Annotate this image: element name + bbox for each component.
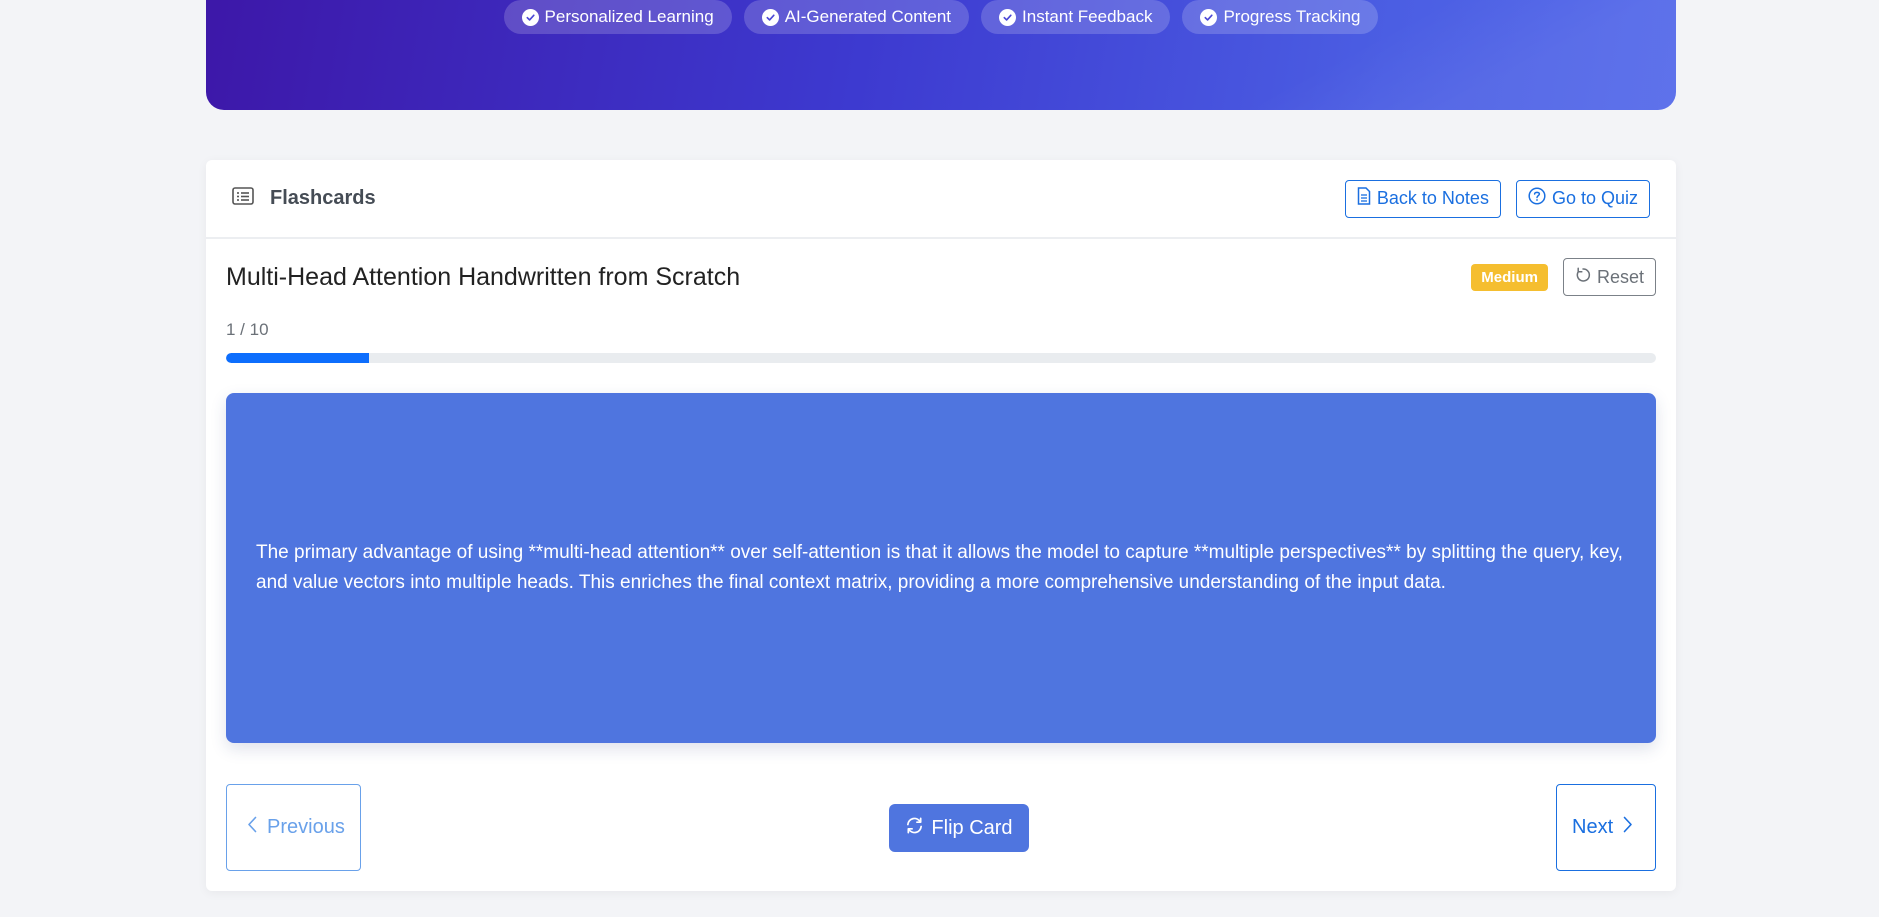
card-counter: 1 / 10 bbox=[226, 320, 269, 339]
chevron-left-icon bbox=[247, 816, 257, 839]
feature-pill-progress-tracking: Progress Tracking bbox=[1182, 0, 1379, 34]
flashcard-text: The primary advantage of using **multi-h… bbox=[256, 542, 1623, 593]
deck-actions: Medium Reset bbox=[1471, 258, 1656, 296]
question-circle-icon bbox=[1528, 187, 1546, 210]
reset-icon bbox=[1575, 266, 1591, 288]
difficulty-badge: Medium bbox=[1471, 263, 1548, 291]
reset-button[interactable]: Reset bbox=[1562, 258, 1656, 296]
previous-label: Previous bbox=[267, 816, 345, 838]
arrows-rotate-icon bbox=[905, 816, 924, 841]
feature-pill-ai-generated-content: AI-Generated Content bbox=[743, 0, 970, 34]
check-circle-icon bbox=[761, 8, 779, 26]
feature-label: Progress Tracking bbox=[1223, 7, 1361, 26]
panel-title: Flashcards bbox=[232, 187, 376, 210]
panel-header: Flashcards Back to Notes Go to Quiz bbox=[206, 160, 1676, 239]
flip-card-label: Flip Card bbox=[931, 816, 1013, 839]
progress-fill bbox=[226, 353, 369, 363]
feature-label: AI-Generated Content bbox=[784, 7, 952, 26]
check-circle-icon bbox=[1200, 8, 1218, 26]
next-label: Next bbox=[1572, 816, 1614, 838]
check-circle-icon bbox=[521, 8, 539, 26]
flashcards-panel: Flashcards Back to Notes Go to Quiz Mult… bbox=[206, 160, 1676, 891]
next-button[interactable]: Next bbox=[1556, 784, 1656, 871]
back-to-notes-button[interactable]: Back to Notes bbox=[1344, 179, 1501, 218]
flashcard[interactable]: The primary advantage of using **multi-h… bbox=[226, 393, 1656, 743]
document-icon bbox=[1357, 187, 1371, 210]
hero-banner: Personalized Learning AI-Generated Conte… bbox=[206, 0, 1676, 110]
feature-pills: Personalized Learning AI-Generated Conte… bbox=[206, 0, 1676, 34]
chevron-right-icon bbox=[1623, 816, 1633, 839]
check-circle-icon bbox=[999, 8, 1017, 26]
reset-label: Reset bbox=[1596, 266, 1644, 287]
feature-pill-instant-feedback: Instant Feedback bbox=[981, 0, 1171, 34]
panel-title-label: Flashcards bbox=[270, 187, 376, 209]
go-to-quiz-button[interactable]: Go to Quiz bbox=[1515, 179, 1650, 218]
feature-pill-personalized-learning: Personalized Learning bbox=[503, 0, 732, 34]
previous-button[interactable]: Previous bbox=[226, 784, 361, 871]
header-actions: Back to Notes Go to Quiz bbox=[1344, 179, 1650, 218]
deck-title: Multi-Head Attention Handwritten from Sc… bbox=[226, 262, 741, 291]
card-list-icon bbox=[232, 187, 254, 210]
go-to-quiz-label: Go to Quiz bbox=[1551, 188, 1638, 208]
back-to-notes-label: Back to Notes bbox=[1376, 188, 1489, 208]
feature-label: Personalized Learning bbox=[544, 7, 714, 26]
deck-title-row: Multi-Head Attention Handwritten from Sc… bbox=[226, 258, 1656, 296]
flip-card-button[interactable]: Flip Card bbox=[889, 804, 1029, 852]
feature-label: Instant Feedback bbox=[1022, 7, 1153, 26]
progress-bar bbox=[226, 353, 1656, 363]
